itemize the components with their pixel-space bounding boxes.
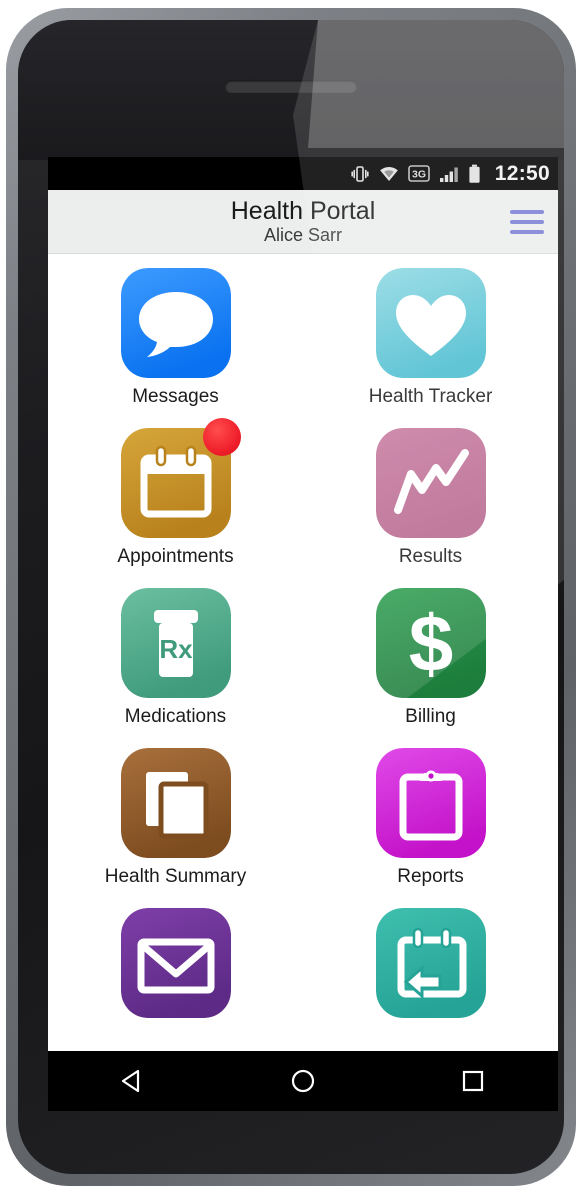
signal-bars-icon	[439, 167, 458, 182]
app-tile-envelope[interactable]	[48, 908, 303, 1051]
app-label: Medications	[124, 706, 227, 727]
menu-bar-2	[510, 219, 544, 224]
triangle-left-icon	[121, 1069, 140, 1093]
app-label: Billing	[405, 706, 456, 727]
square-icon	[462, 1070, 484, 1092]
calendar-reschedule-icon	[375, 908, 486, 1018]
android-navigation-bar	[48, 1051, 558, 1111]
documents-icon	[120, 748, 231, 858]
menu-bar-3	[510, 229, 544, 234]
status-bar: 3G 12:50	[48, 157, 558, 190]
vibrate-icon	[351, 165, 369, 182]
calendar-reschedule-icon-tile[interactable]	[375, 908, 486, 1018]
envelope-icon-tile[interactable]	[120, 908, 231, 1018]
documents-icon-tile[interactable]	[120, 748, 231, 858]
status-bar-clock: 12:50	[494, 161, 550, 185]
menu-bar-1	[510, 209, 544, 214]
app-tile-billing[interactable]: $ Billing	[303, 588, 558, 748]
network-3g-icon: 3G	[407, 165, 430, 182]
wifi-icon	[379, 166, 398, 181]
svg-text:3G: 3G	[412, 168, 426, 180]
app-tile-calendar-reschedule[interactable]	[303, 908, 558, 1051]
dollar-sign-icon-tile[interactable]: $	[375, 588, 486, 698]
app-tile-appointments[interactable]: Appointments	[48, 418, 303, 588]
home-button[interactable]	[258, 1051, 348, 1111]
svg-text:Rx: Rx	[159, 634, 193, 664]
clipboard-icon	[375, 748, 486, 858]
app-label: Health Tracker	[368, 386, 493, 407]
clipboard-icon-tile[interactable]	[375, 748, 486, 858]
app-tile-medications[interactable]: Rx Medications	[48, 588, 303, 748]
svg-text:$: $	[408, 599, 453, 688]
app-label: Results	[398, 546, 463, 567]
app-label: Messages	[132, 386, 219, 407]
app-header: Health Portal Alice Sarr	[48, 190, 558, 254]
app-label: Appointments	[117, 546, 234, 567]
rx-bottle-icon: Rx	[120, 588, 231, 698]
app-label: Reports	[397, 866, 464, 887]
hamburger-menu-icon[interactable]	[510, 208, 544, 236]
app-tile-messages[interactable]: Messages	[48, 268, 303, 428]
app-tile-health-tracker[interactable]: Health Tracker	[303, 268, 558, 428]
page-title: Health Portal	[230, 196, 376, 225]
rx-bottle-icon-tile[interactable]: Rx	[120, 588, 231, 698]
line-chart-icon	[375, 428, 486, 538]
app-tile-reports[interactable]: Reports	[303, 748, 558, 908]
dollar-sign-icon: $	[375, 588, 486, 698]
user-name-subtitle: Alice Sarr	[263, 225, 343, 246]
app-tile-health-summary[interactable]: Health Summary	[48, 748, 303, 908]
battery-icon	[469, 164, 480, 183]
phone-frame: 3G 12:50 Health Portal Alice Sarr Messag…	[6, 8, 576, 1186]
header-titles: Health Portal Alice Sarr	[231, 198, 376, 245]
notification-badge	[202, 418, 241, 456]
phone-body: 3G 12:50 Health Portal Alice Sarr Messag…	[18, 20, 564, 1174]
heart-icon	[375, 268, 486, 378]
line-chart-icon-tile[interactable]	[375, 428, 486, 538]
heart-icon-tile[interactable]	[375, 268, 486, 378]
envelope-icon	[120, 908, 231, 1018]
speech-bubble-icon-tile[interactable]	[120, 268, 231, 378]
app-tile-results[interactable]: Results	[303, 428, 558, 588]
circle-icon	[291, 1069, 315, 1093]
calendar-icon-tile[interactable]	[120, 418, 241, 538]
earpiece-speaker-grille	[225, 80, 357, 93]
status-bar-icons: 3G 12:50	[350, 162, 550, 186]
speech-bubble-icon	[120, 268, 231, 378]
back-button[interactable]	[88, 1051, 178, 1111]
app-label: Health Summary	[104, 866, 247, 887]
recents-button[interactable]	[428, 1051, 518, 1111]
phone-screen: 3G 12:50 Health Portal Alice Sarr Messag…	[48, 157, 558, 1051]
app-grid: Messages Health Tracker Appointments Result…	[48, 254, 558, 1051]
